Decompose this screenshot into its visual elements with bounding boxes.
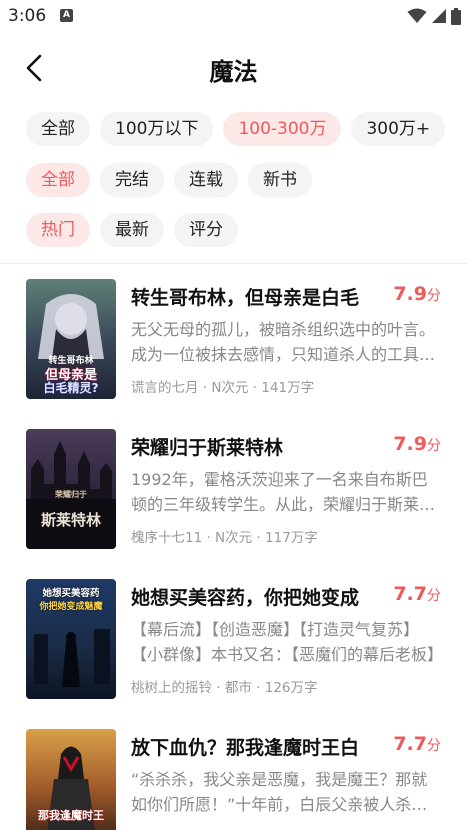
book-score: 7.7分 (393, 583, 441, 605)
book-meta: 谎言的七月 · N次元 · 141万字 (131, 380, 315, 396)
book-item[interactable]: 那我逢魔时王 放下血仇？那我逢魔时王白 7.7分 “杀杀杀，我父亲是恶魔，我是魔… (26, 729, 441, 830)
score-unit: 分 (427, 588, 441, 604)
filter-word-all[interactable]: 全部 (26, 112, 90, 146)
page-title: 魔法 (209, 58, 258, 86)
wifi-icon (407, 8, 427, 23)
header: 魔法 (0, 34, 467, 102)
book-meta: 槐序十七11 · N次元 · 117万字 (131, 530, 318, 546)
book-description: 【幕后流】【创造恶魔】【打造灵气复苏】【小群像】本书又名：【恶魔们的幕后老板】 (131, 620, 441, 664)
filter-word-under-100w[interactable]: 100万以下 (100, 112, 214, 146)
book-info: 荣耀归于斯莱特林 7.9分 1992年，霍格沃茨迎来了一名来自布斯巴顿的三年级转… (131, 429, 441, 549)
book-info: 她想买美容药，你把她变成 7.7分 【幕后流】【创造恶魔】【打造灵气复苏】【小群… (131, 579, 441, 699)
filter-status-finished[interactable]: 完结 (100, 163, 164, 197)
filter-status-all[interactable]: 全部 (26, 163, 90, 197)
filter-word-100-300w[interactable]: 100-300万 (223, 112, 342, 146)
battery-icon (451, 7, 461, 25)
sort-rating[interactable]: 评分 (174, 213, 238, 247)
word-count-filter: 全部 100万以下 100-300万 300万+ (26, 112, 446, 146)
cover-title-line: 你把她变成魅魔 (39, 602, 103, 612)
score-value: 7.7 (393, 583, 427, 605)
book-item[interactable]: 她想买美容药 你把她变成魅魔 她想买美容药，你把她变成 7.7分 【幕后流】【创… (26, 579, 441, 699)
cover-title-line: 她想买美容药 (42, 588, 100, 599)
divider (0, 263, 467, 264)
notification-a-icon: A (60, 9, 73, 22)
status-icons (407, 7, 461, 25)
sort-filter: 热门 最新 评分 (26, 213, 238, 247)
book-score: 7.7分 (393, 733, 441, 755)
book-cover: 转生哥布林 但母亲是 白毛精灵? (26, 279, 116, 399)
sort-latest[interactable]: 最新 (100, 213, 164, 247)
book-description: 无父无母的孤儿，被暗杀组织选中的叶言。成为一位被抹去感情，只知道杀人的工具人。 (131, 320, 436, 364)
score-value: 7.9 (393, 433, 427, 455)
book-info: 转生哥布林，但母亲是白毛 7.9分 无父无母的孤儿，被暗杀组织选中的叶言。成为一… (131, 279, 441, 399)
sort-hot[interactable]: 热门 (26, 213, 90, 247)
book-description: 1992年，霍格沃茨迎来了一名来自布斯巴顿的三年级转学生。从此，荣耀归于斯莱特林… (131, 470, 436, 514)
book-title: 荣耀归于斯莱特林 (131, 437, 284, 459)
book-item[interactable]: 转生哥布林 但母亲是 白毛精灵? 转生哥布林，但母亲是白毛 7.9分 无父无母的… (26, 279, 441, 399)
score-value: 7.9 (393, 283, 427, 305)
status-bar: 3:06 A (0, 0, 467, 34)
score-value: 7.7 (393, 733, 427, 755)
status-filter: 全部 完结 连载 新书 (26, 163, 312, 197)
signal-icon (432, 9, 446, 23)
book-cover: 她想买美容药 你把她变成魅魔 (26, 579, 116, 699)
book-title: 转生哥布林，但母亲是白毛 (131, 287, 360, 309)
book-cover: 那我逢魔时王 (26, 729, 116, 830)
cover-title-line: 斯莱特林 (40, 511, 101, 529)
book-title: 放下血仇？那我逢魔时王白 (131, 737, 360, 759)
cover-title-line: 那我逢魔时王 (38, 809, 104, 822)
filter-word-300w-plus[interactable]: 300万+ (351, 112, 446, 146)
status-time: 3:06 (8, 6, 47, 26)
book-score: 7.9分 (393, 283, 441, 305)
cover-title-line: 荣耀归于 (55, 490, 87, 499)
book-meta: 桃树上的摇铃 · 都市 · 126万字 (131, 680, 318, 696)
cover-title-line: 白毛精灵? (43, 381, 99, 395)
book-title: 她想买美容药，你把她变成 (131, 587, 360, 609)
filter-status-new[interactable]: 新书 (248, 163, 312, 197)
book-cover: 荣耀归于 斯莱特林 (26, 429, 116, 549)
filter-status-serializing[interactable]: 连载 (174, 163, 238, 197)
score-unit: 分 (427, 438, 441, 454)
book-info: 放下血仇？那我逢魔时王白 7.7分 “杀杀杀，我父亲是恶魔，我是魔王？那就如你们… (131, 729, 441, 830)
score-unit: 分 (427, 738, 441, 754)
score-unit: 分 (427, 288, 441, 304)
book-item[interactable]: 荣耀归于 斯莱特林 荣耀归于斯莱特林 7.9分 1992年，霍格沃茨迎来了一名来… (26, 429, 441, 549)
book-description: “杀杀杀，我父亲是恶魔，我是魔王？那就如你们所愿！”十年前，白辰父亲被人杀害。 (131, 770, 428, 814)
book-score: 7.9分 (393, 433, 441, 455)
